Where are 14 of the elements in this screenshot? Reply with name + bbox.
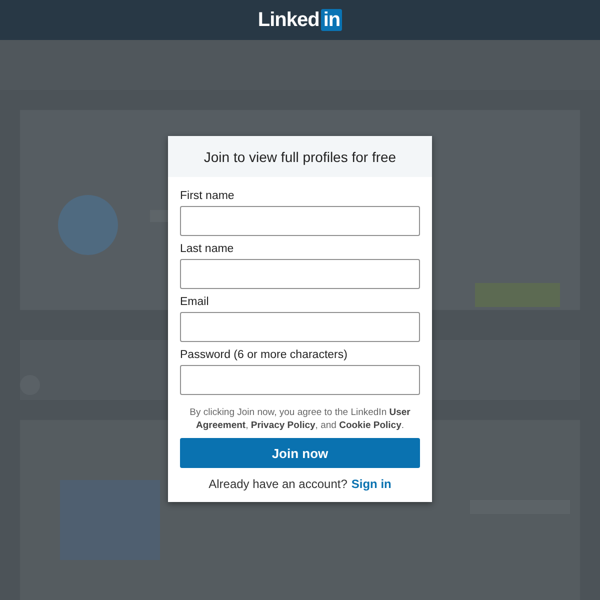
- signin-link[interactable]: Sign in: [351, 477, 392, 491]
- legal-text: By clicking Join now, you agree to the LinkedIn User Agreement, Privacy Policy, and Cookie Policy.: [188, 406, 412, 432]
- input-field[interactable]: [180, 365, 420, 395]
- dialog-title: Join to view full profiles for free: [168, 136, 432, 177]
- signin-prompt: Already have an account?: [208, 477, 348, 491]
- field-label: Last name: [180, 243, 235, 255]
- field-label: Password (6 or more characters): [180, 349, 348, 361]
- field-label: Email: [180, 296, 210, 308]
- input-field[interactable]: [180, 206, 420, 236]
- input-field[interactable]: [180, 259, 420, 289]
- field-label: First name: [180, 190, 236, 202]
- logo[interactable]: Linked in: [258, 8, 342, 32]
- join-button[interactable]: Join now: [180, 438, 420, 468]
- input-field[interactable]: [180, 312, 420, 342]
